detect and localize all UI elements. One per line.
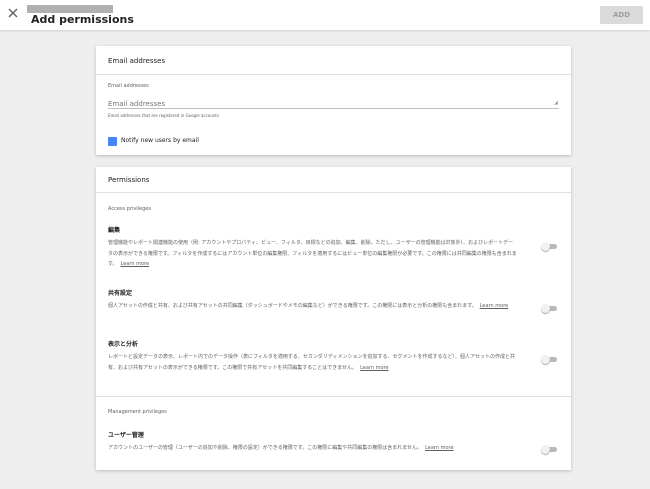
privilege-edit-description: 管理機能やレポート関連機能の使用（例: アカウントやプロパティ、ビュー、フィルタ…: [108, 238, 518, 270]
privilege-manage-users-toggle[interactable]: [541, 445, 559, 454]
privilege-collaborate-text: 個人アセットの作成と共有、および共有アセットの共同編集（ダッシュボードやメモの編…: [108, 303, 477, 309]
privilege-read-analyze-description: レポートと設定データの表示、レポート内でのデータ操作（表にフィルタを適用する、セ…: [108, 352, 518, 373]
email-card-divider: [96, 74, 571, 75]
privilege-read-analyze-toggle[interactable]: [541, 355, 559, 364]
permissions-divider: [96, 192, 571, 193]
close-icon[interactable]: [6, 6, 20, 20]
add-button[interactable]: ADD: [600, 6, 643, 24]
toggle-thumb: [541, 445, 550, 454]
privilege-read-analyze-title: 表示と分析: [108, 341, 139, 348]
permissions-card: Permissions Access privileges 編集 管理機能やレポ…: [96, 167, 571, 470]
privilege-manage-users-title: ユーザー管理: [108, 432, 144, 439]
management-privileges-label: Management privileges: [108, 409, 167, 415]
privilege-edit-toggle[interactable]: [541, 242, 559, 251]
toggle-thumb: [541, 242, 550, 251]
privilege-edit-learn-more-link[interactable]: Learn more: [121, 261, 150, 267]
privilege-collaborate-toggle[interactable]: [541, 304, 559, 313]
top-app-bar: Add permissions ADD: [0, 0, 650, 30]
privilege-edit-title: 編集: [108, 227, 121, 234]
email-addresses-input[interactable]: [108, 99, 559, 109]
check-icon: [109, 145, 116, 151]
privilege-collaborate-learn-more-link[interactable]: Learn more: [480, 303, 509, 309]
privilege-read-analyze-learn-more-link[interactable]: Learn more: [360, 365, 389, 371]
privilege-collaborate-title: 共有設定: [108, 290, 133, 297]
email-field-label: Email addresses: [108, 83, 149, 89]
toggle-thumb: [541, 355, 550, 364]
notify-checkbox[interactable]: [108, 137, 117, 151]
privilege-manage-users-text: アカウントのユーザーの管理（ユーザーの追加や削除、権限の設定）ができる権限です。…: [108, 445, 423, 451]
notify-checkbox-label: Notify new users by email: [121, 137, 199, 144]
email-addresses-card: Email addresses Email addresses ◢ Email …: [96, 46, 571, 155]
account-name-redacted: [27, 5, 113, 13]
privilege-read-analyze-text: レポートと設定データの表示、レポート内でのデータ操作（表にフィルタを適用する、セ…: [108, 354, 515, 371]
privilege-edit-text: 管理機能やレポート関連機能の使用（例: アカウントやプロパティ、ビュー、フィルタ…: [108, 240, 517, 267]
privilege-manage-users-description: アカウントのユーザーの管理（ユーザーの追加や削除、権限の設定）ができる権限です。…: [108, 443, 518, 454]
management-divider: [96, 396, 571, 397]
email-card-heading: Email addresses: [108, 57, 166, 65]
privilege-collaborate-description: 個人アセットの作成と共有、および共有アセットの共同編集（ダッシュボードやメモの編…: [108, 301, 518, 312]
permissions-heading: Permissions: [108, 176, 150, 184]
resize-grip-icon[interactable]: ◢: [554, 101, 559, 106]
email-help-text: Email addresses that are registered in G…: [108, 113, 219, 118]
toggle-thumb: [541, 304, 550, 313]
privilege-manage-users-learn-more-link[interactable]: Learn more: [425, 445, 454, 451]
access-privileges-label: Access privileges: [108, 206, 151, 212]
page-title: Add permissions: [31, 13, 134, 26]
